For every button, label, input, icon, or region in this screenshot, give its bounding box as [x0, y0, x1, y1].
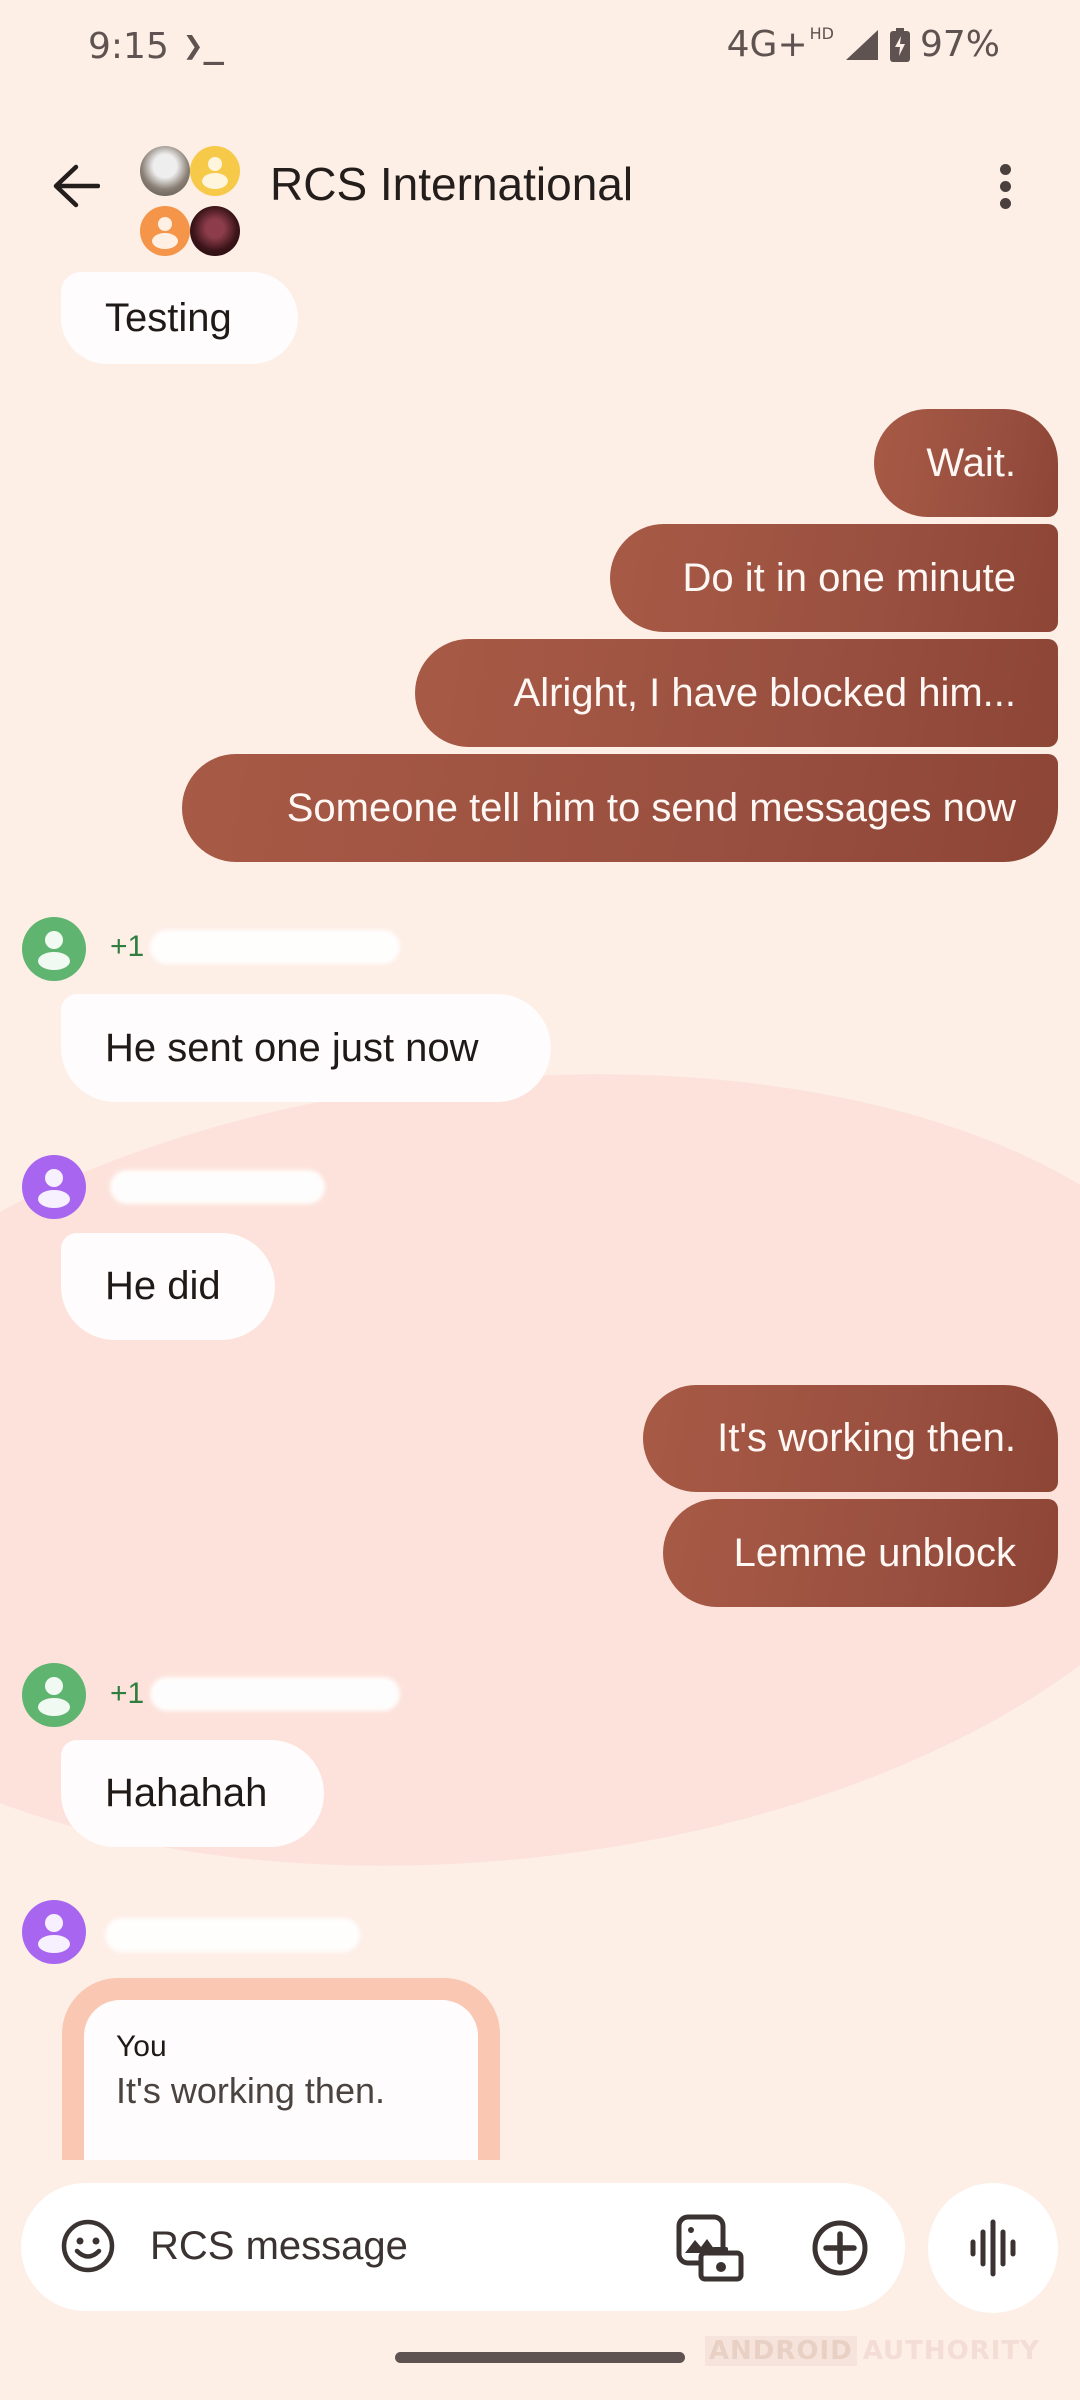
person-icon [38, 1169, 70, 1208]
watermark-part1: ANDROID [704, 2336, 857, 2366]
network-type: 4G+ [726, 24, 808, 65]
message-text: Hahahah [105, 1771, 268, 1815]
member-avatar-photo-2 [190, 206, 240, 256]
sender-avatar[interactable] [22, 1663, 86, 1727]
sender-name: +1 [110, 930, 401, 964]
sender-avatar[interactable] [22, 1155, 86, 1219]
person-icon [38, 931, 70, 970]
message-text: He sent one just now [105, 1025, 479, 1070]
add-circle-icon [812, 2220, 868, 2276]
gallery-camera-button[interactable] [670, 2208, 750, 2288]
arrow-left-icon [53, 164, 100, 208]
emoji-button[interactable] [56, 2214, 120, 2278]
redacted-sender-name [105, 1918, 360, 1952]
status-time: 9:15 [88, 26, 169, 67]
conversation-title[interactable]: RCS International [270, 157, 633, 211]
message-bubble-incoming[interactable]: Hahahah [61, 1740, 324, 1847]
gallery-camera-icon [676, 2214, 744, 2282]
battery-percent: 97% [919, 24, 1000, 65]
watermark: ANDROID AUTHORITY [704, 2336, 1040, 2366]
more-vert-icon-dot [999, 163, 1011, 175]
redacted-sender-name [110, 1170, 325, 1204]
message-text: Testing [105, 295, 232, 340]
quoted-text: It's working then. [116, 2070, 385, 2111]
message-text: Someone tell him to send messages now [286, 785, 1016, 830]
message-bubble-incoming[interactable]: He did [61, 1233, 275, 1340]
voice-message-button[interactable] [928, 2183, 1058, 2313]
message-text: Wait. [926, 440, 1016, 485]
back-button[interactable] [44, 150, 108, 222]
message-input[interactable] [150, 2214, 650, 2278]
reply-message-bubble[interactable]: You It's working then. [62, 1978, 500, 2200]
battery-charging-icon [889, 27, 910, 62]
member-avatar-photo-1 [140, 146, 190, 196]
person-icon [38, 1914, 70, 1953]
more-vert-icon-dot [999, 180, 1011, 192]
watermark-part2: AUTHORITY [862, 2336, 1040, 2366]
more-vert-icon-dot [999, 197, 1011, 209]
sender-name: +1 [110, 1677, 401, 1711]
person-icon [202, 157, 228, 189]
message-text: He did [105, 1264, 221, 1308]
member-avatar-orange [140, 206, 190, 256]
sender-prefix: +1 [110, 1677, 145, 1710]
message-text: Do it in one minute [682, 555, 1016, 600]
home-gesture-bar[interactable] [395, 2352, 685, 2363]
redacted-sender-number [150, 1677, 401, 1711]
message-text: Lemme unblock [733, 1530, 1016, 1575]
message-bubble-incoming[interactable]: Testing [61, 272, 298, 364]
member-avatar-yellow [190, 146, 240, 196]
message-bubble-incoming[interactable]: He sent one just now [61, 994, 551, 1102]
message-bubble-outgoing[interactable]: Alright, I have blocked him... [415, 639, 1058, 747]
message-bubble-outgoing[interactable]: Someone tell him to send messages now [182, 754, 1058, 862]
person-icon [152, 217, 178, 249]
redacted-sender-number [150, 930, 401, 964]
quoted-author: You [116, 2030, 167, 2063]
sender-prefix: +1 [110, 930, 145, 963]
more-options-button[interactable] [980, 150, 1030, 222]
sender-name [110, 1170, 325, 1204]
add-attachment-button[interactable] [800, 2208, 880, 2288]
message-text: It's working then. [717, 1416, 1016, 1460]
status-icons: 4G+ HD 97% [727, 24, 1000, 65]
person-icon [38, 1677, 70, 1716]
sender-avatar[interactable] [22, 1900, 86, 1964]
emoji-icon [61, 2219, 115, 2273]
message-bubble-outgoing[interactable]: Wait. [874, 409, 1058, 517]
hd-badge: HD [809, 24, 834, 43]
message-text: Alright, I have blocked him... [513, 670, 1016, 715]
group-avatar[interactable] [140, 146, 240, 256]
message-bubble-outgoing[interactable]: Do it in one minute [610, 524, 1058, 632]
network-indicator: 4G+ HD [727, 24, 834, 65]
signal-icon [845, 29, 878, 60]
voice-waveform-icon [970, 2219, 1016, 2277]
message-bubble-outgoing[interactable]: It's working then. [643, 1385, 1058, 1492]
sender-name [105, 1918, 360, 1952]
sender-avatar[interactable] [22, 917, 86, 981]
message-bubble-outgoing[interactable]: Lemme unblock [663, 1499, 1058, 1607]
terminal-notification-icon: ❯_ [183, 26, 224, 66]
